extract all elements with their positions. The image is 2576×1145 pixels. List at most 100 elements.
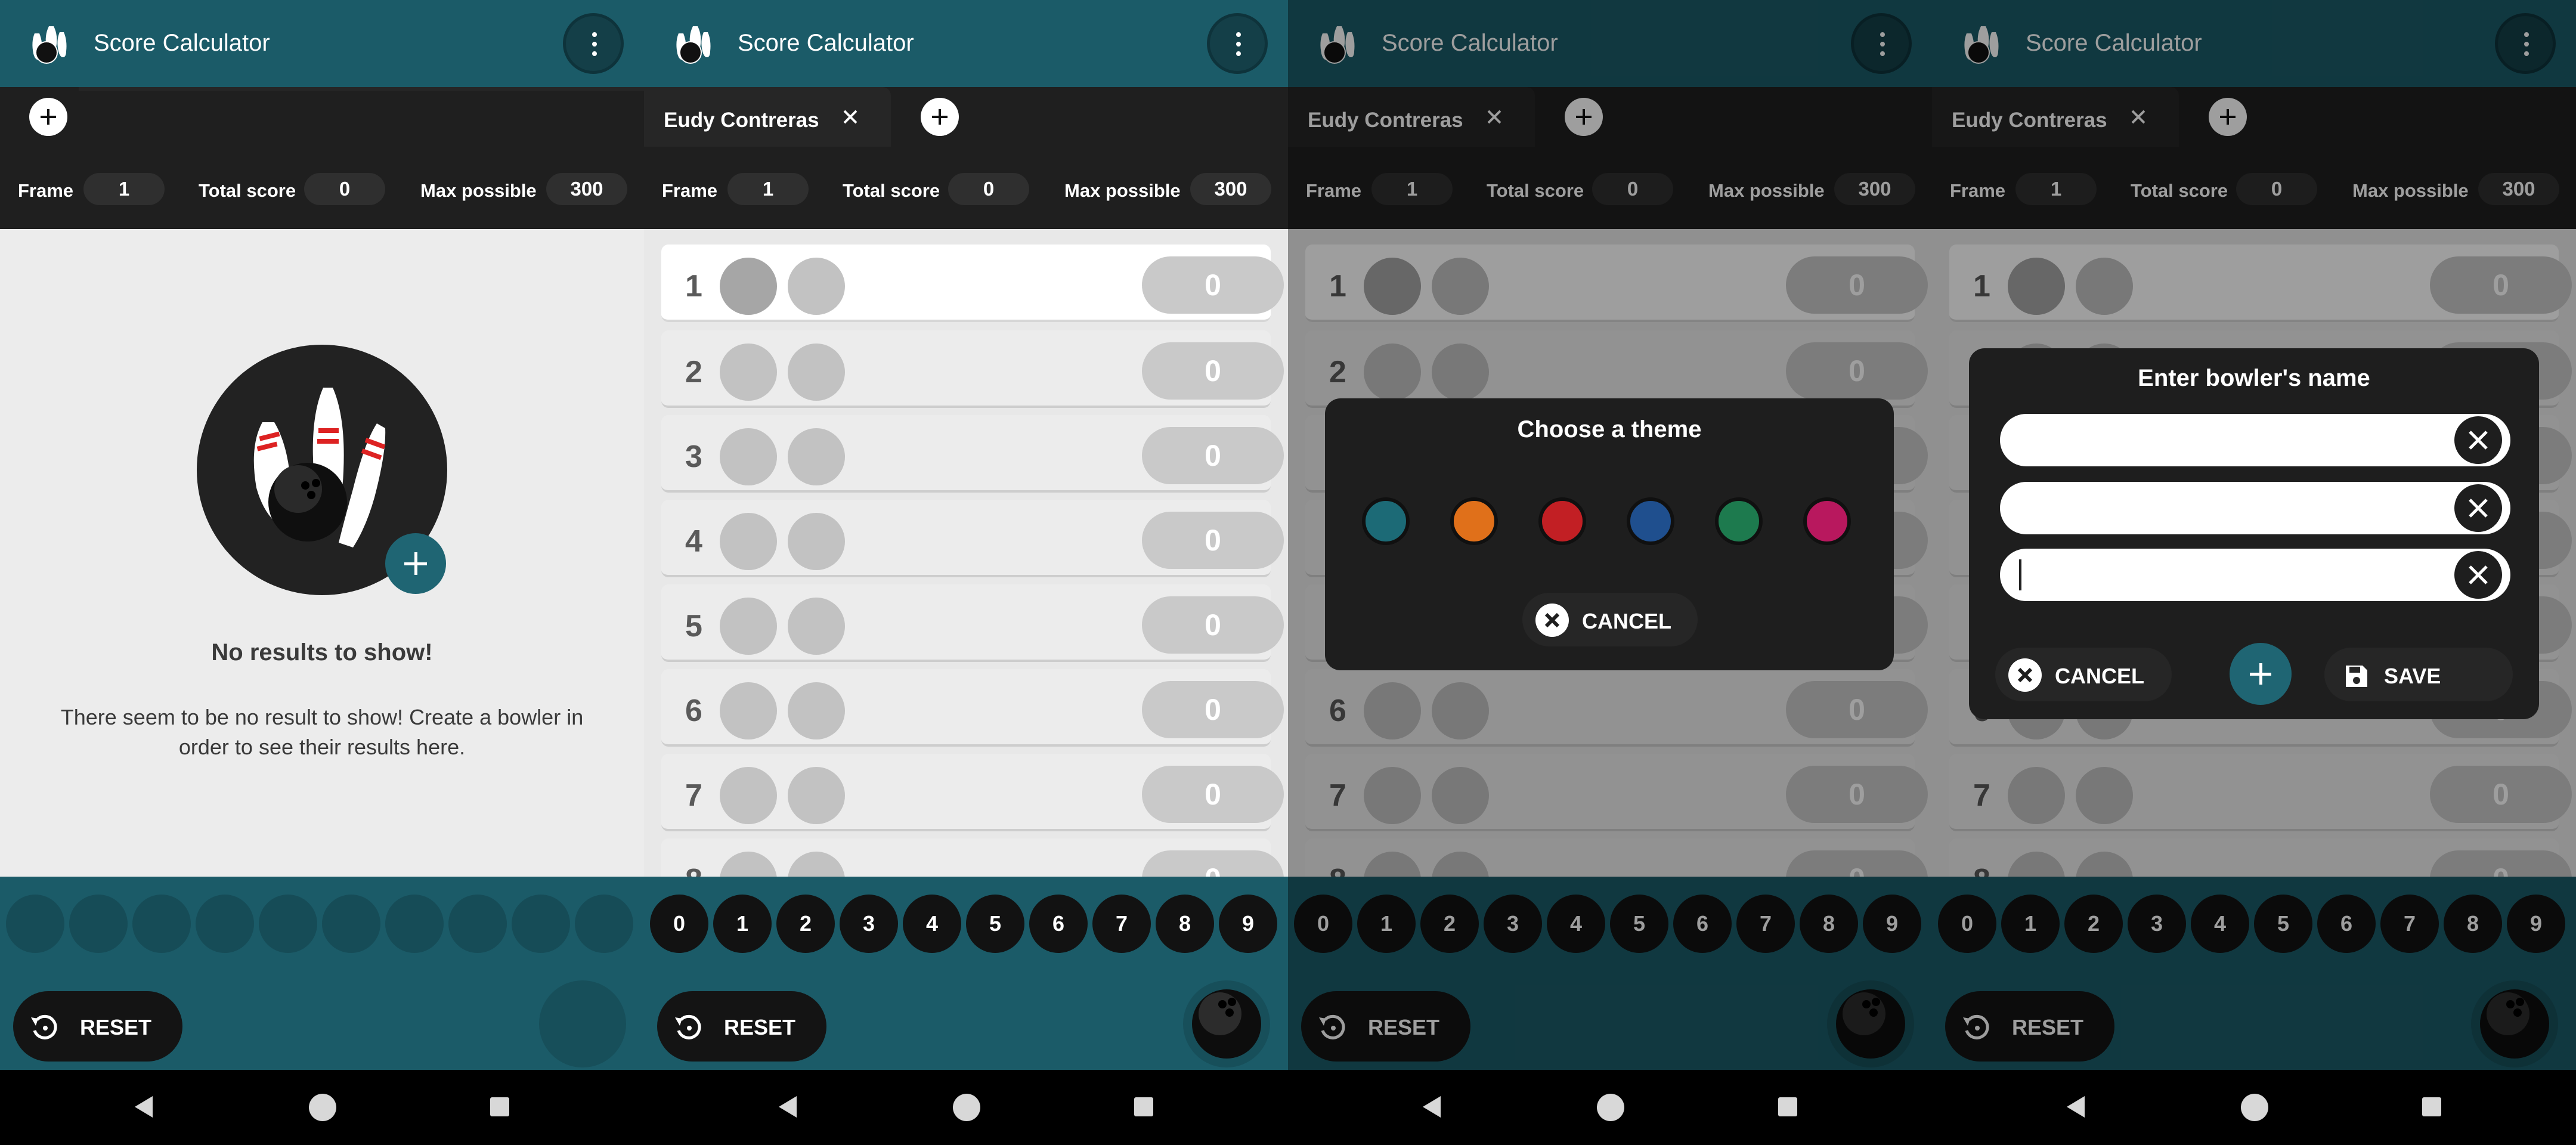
pin-key-4[interactable]: 4 — [903, 895, 961, 953]
ball-button[interactable] — [539, 980, 626, 1067]
add-bowler-tab-button[interactable] — [921, 98, 959, 136]
theme-swatch-3[interactable] — [1538, 497, 1586, 545]
cancel-button[interactable]: CANCEL — [1995, 648, 2172, 701]
recents-icon[interactable] — [1134, 1097, 1153, 1116]
frames-list: 1020304050607080 — [644, 229, 1288, 877]
bowler-name-dialog: Enter bowler's name CANCEL SAVE — [1969, 348, 2539, 719]
empty-description: There seem to be no result to show! Crea… — [60, 705, 584, 759]
pin-key-8[interactable]: 8 — [1156, 895, 1214, 953]
pin-key-2[interactable]: 2 — [776, 895, 835, 953]
overflow-menu-button[interactable] — [563, 13, 624, 74]
bowler-tabs: Eudy Contreras — [644, 87, 1288, 147]
back-icon[interactable] — [1423, 1096, 1441, 1118]
keypad-placeholder — [385, 895, 444, 953]
overflow-menu-button[interactable] — [1207, 13, 1268, 74]
pin-key-9[interactable]: 9 — [1219, 895, 1277, 953]
screen-frames: Score Calculator Eudy Contreras Frame 1 Tota… — [644, 0, 1288, 1145]
bowling-ball-icon — [1192, 989, 1261, 1059]
home-icon[interactable] — [953, 1094, 980, 1121]
pin-key-3[interactable]: 3 — [840, 895, 898, 953]
frame-number: 6 — [685, 694, 702, 728]
pin-key-1[interactable]: 1 — [713, 895, 772, 953]
frame-row[interactable]: 20 — [661, 330, 1284, 408]
theme-swatch-2[interactable] — [1450, 497, 1498, 545]
bowling-logo-icon — [676, 26, 711, 64]
frame-number: 8 — [685, 862, 702, 877]
theme-swatch-5[interactable] — [1715, 497, 1763, 545]
empty-title: No results to show! — [211, 639, 433, 666]
bowler-name-input[interactable] — [2000, 549, 2510, 601]
save-button[interactable]: SAVE — [2324, 648, 2513, 701]
system-nav-bar — [1932, 1070, 2576, 1145]
close-icon[interactable] — [836, 103, 865, 131]
bowler-name: Eudy Contreras — [664, 109, 819, 132]
roll-1-slot — [720, 682, 777, 739]
roll-2-slot — [788, 428, 845, 485]
clear-field-button[interactable] — [2454, 484, 2502, 532]
close-icon — [2469, 565, 2488, 584]
back-icon[interactable] — [779, 1096, 797, 1118]
app-title: Score Calculator — [94, 30, 270, 56]
frame-row[interactable]: 60 — [661, 669, 1284, 747]
clear-field-button[interactable] — [2454, 551, 2502, 599]
bottom-bar: RESET — [0, 967, 644, 1070]
app-bar: Score Calculator — [644, 0, 1288, 87]
theme-swatch-4[interactable] — [1627, 497, 1674, 545]
save-icon — [2346, 666, 2367, 687]
create-bowler-button[interactable] — [385, 533, 446, 594]
home-icon[interactable] — [2241, 1094, 2268, 1121]
frame-number: 5 — [685, 609, 702, 643]
keypad-placeholder — [196, 895, 254, 953]
reset-button[interactable]: RESET — [13, 991, 182, 1062]
bowler-name-input[interactable] — [2000, 414, 2510, 466]
home-icon[interactable] — [309, 1094, 336, 1121]
theme-swatch-6[interactable] — [1803, 497, 1851, 545]
keypad-placeholder — [575, 895, 633, 953]
frame-row[interactable]: 30 — [661, 415, 1284, 493]
roll-1-slot — [720, 513, 777, 570]
recents-icon[interactable] — [1778, 1097, 1797, 1116]
frame-score: 0 — [1142, 596, 1284, 654]
add-bowler-tab-button[interactable] — [29, 98, 67, 136]
add-name-field-button[interactable] — [2230, 643, 2292, 705]
screen-empty-state: Score Calculator Frame 1 Total score 0 M… — [0, 0, 644, 1145]
bowler-name-input[interactable] — [2000, 482, 2510, 534]
cancel-button[interactable]: CANCEL — [1522, 593, 1698, 646]
frame-number: 7 — [685, 778, 702, 813]
roll-2-slot — [788, 258, 845, 315]
roll-2-slot — [788, 344, 845, 401]
pin-key-6[interactable]: 6 — [1029, 895, 1088, 953]
roll-1-slot — [720, 767, 777, 824]
pin-key-0[interactable]: 0 — [650, 895, 708, 953]
max-possible-label: Max possible — [420, 180, 537, 201]
frame-label: Frame — [662, 180, 718, 201]
theme-swatch-1[interactable] — [1362, 497, 1410, 545]
reset-button[interactable]: RESET — [657, 991, 826, 1062]
frame-row[interactable]: 50 — [661, 584, 1284, 662]
reset-label: RESET — [80, 1015, 152, 1039]
keypad-placeholder — [512, 895, 570, 953]
recents-icon[interactable] — [2422, 1097, 2441, 1116]
pin-key-7[interactable]: 7 — [1092, 895, 1151, 953]
system-nav-bar — [644, 1070, 1288, 1145]
frame-row[interactable]: 10 — [661, 245, 1284, 322]
max-possible-value: 300 — [1190, 173, 1271, 205]
bowler-tabs — [0, 87, 644, 147]
roll-2-slot — [788, 513, 845, 570]
frame-row[interactable]: 70 — [661, 754, 1284, 831]
clear-field-button[interactable] — [2454, 416, 2502, 464]
recents-icon[interactable] — [490, 1097, 509, 1116]
back-icon[interactable] — [2067, 1096, 2085, 1118]
more-vert-icon — [1236, 32, 1241, 56]
roll-1-slot — [720, 344, 777, 401]
cancel-icon — [2008, 658, 2042, 692]
frame-row[interactable]: 40 — [661, 500, 1284, 577]
back-icon[interactable] — [135, 1096, 153, 1118]
home-icon[interactable] — [1597, 1094, 1624, 1121]
frame-score: 0 — [1142, 766, 1284, 823]
bowler-tab[interactable]: Eudy Contreras — [644, 87, 891, 147]
ball-button[interactable] — [1183, 980, 1270, 1067]
pin-key-5[interactable]: 5 — [966, 895, 1024, 953]
frame-row[interactable]: 80 — [661, 838, 1284, 877]
pin-keypad — [0, 877, 644, 967]
